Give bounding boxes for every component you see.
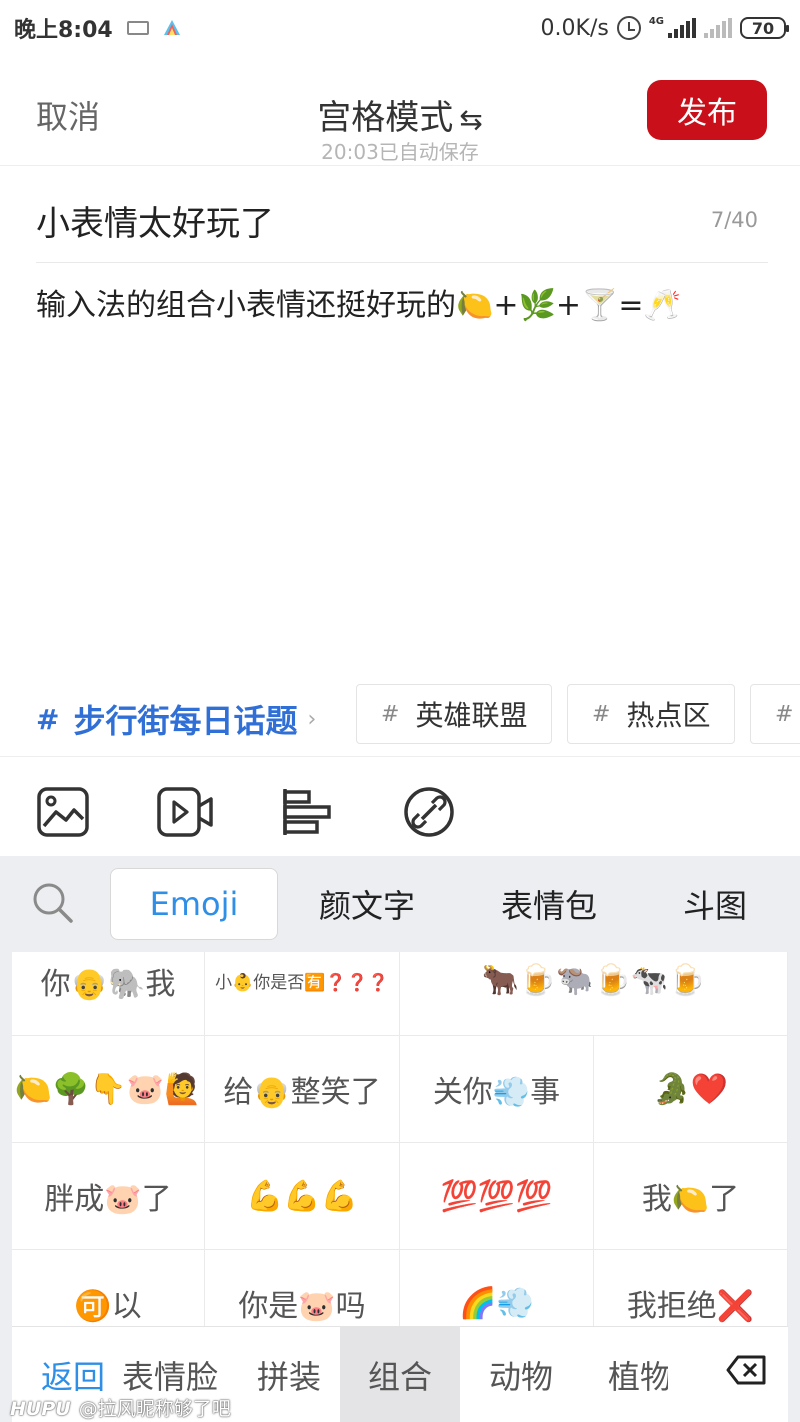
emoji-keyboard: Emoji 颜文字 表情包 斗图 你👴🐘我 小👶你是否🈶❓❓❓ 🐂🍺🐃🍺🐄🍺 🍋… (0, 856, 800, 1422)
topic-chip[interactable]: # (750, 684, 800, 744)
emoji-combo[interactable]: 我拒绝❌ (594, 1250, 788, 1326)
title-char-count: 7/40 (710, 208, 758, 232)
emoji-combo[interactable]: 🌈💨 (400, 1250, 594, 1326)
emoji-combo[interactable]: 🉑以 (12, 1250, 205, 1326)
backspace-icon[interactable] (726, 1355, 766, 1385)
emoji-combo[interactable]: 💪💪💪 (205, 1143, 400, 1250)
topic-chip-label: 热点区 (626, 699, 711, 732)
align-icon[interactable] (280, 786, 334, 838)
daily-topic-label: 步行街每日话题 (73, 702, 298, 740)
network-type: 4G (648, 15, 664, 27)
status-time: 晚上8:04 (14, 18, 113, 43)
watermark: HUPU @拉风昵称够了吧 (10, 1394, 231, 1421)
signal-icon (668, 18, 696, 38)
video-icon[interactable] (156, 786, 214, 838)
topic-bar: # 步行街每日话题 › # 英雄联盟 # 热点区 # (0, 684, 800, 744)
signal-icon (704, 18, 732, 38)
emoji-combo[interactable]: 你是🐷吗 (205, 1250, 400, 1326)
keyboard-tabs: Emoji 颜文字 表情包 斗图 (0, 856, 800, 952)
topic-chip[interactable]: # 英雄联盟 (356, 684, 552, 744)
tab-meme[interactable]: 斗图 (640, 868, 790, 940)
battery-icon: 70 (740, 17, 789, 39)
hashtag-icon: # (775, 701, 794, 727)
emoji-combo[interactable]: 给👴整笑了 (205, 1036, 400, 1143)
image-icon[interactable] (36, 786, 90, 838)
hashtag-icon: # (592, 701, 611, 727)
swap-icon: ⇆ (459, 103, 483, 136)
emoji-combo[interactable]: 🐂🍺🐃🍺🐄🍺 (400, 952, 788, 1036)
app-icon (163, 20, 180, 35)
category-plants[interactable]: 植物 (582, 1327, 668, 1422)
title-input[interactable]: 小表情太好玩了 (36, 196, 274, 245)
hashtag-icon: # (381, 701, 400, 727)
status-bar: 晚上8:04 0.0K/s 4G 70 (0, 0, 800, 56)
tab-emoji[interactable]: Emoji (110, 868, 278, 940)
emoji-combo[interactable]: 我🍋了 (594, 1143, 788, 1250)
net-speed: 0.0K/s (540, 15, 609, 41)
publish-button[interactable]: 发布 (647, 80, 767, 140)
emoji-grid: 你👴🐘我 小👶你是否🈶❓❓❓ 🐂🍺🐃🍺🐄🍺 🍋🌳👇🐷🙋 给👴整笑了 关你💨事 🐊… (12, 952, 788, 1326)
emoji-combo[interactable]: 小👶你是否🈶❓❓❓ (205, 952, 400, 1036)
category-combo[interactable]: 组合 (340, 1327, 460, 1422)
emoji-combo[interactable]: 🐊❤️ (594, 1036, 788, 1143)
chevron-right-icon: › (307, 706, 317, 732)
tab-kaomoji[interactable]: 颜文字 (292, 868, 442, 940)
daily-topic-link[interactable]: # 步行街每日话题 › (36, 696, 316, 742)
category-animals[interactable]: 动物 (460, 1327, 582, 1422)
watermark-user: @拉风昵称够了吧 (78, 1398, 231, 1420)
alarm-icon (616, 16, 641, 40)
autosave-status: 20:03已自动保存 (321, 140, 479, 164)
watermark-brand: HUPU (10, 1398, 71, 1420)
mode-label: 宫格模式 (317, 98, 454, 138)
emoji-combo[interactable]: 胖成🐷了 (12, 1143, 205, 1250)
topic-chip-label: 英雄联盟 (415, 699, 528, 732)
emoji-combo[interactable]: 关你💨事 (400, 1036, 594, 1143)
divider (36, 262, 768, 263)
keyboard-icon (126, 21, 149, 35)
topic-chip[interactable]: # 热点区 (567, 684, 735, 744)
body-input[interactable]: 输入法的组合小表情还挺好玩的🍋+🌿+🍸=🥂 (36, 280, 681, 324)
category-label: 表情脸 (121, 1358, 218, 1396)
category-assemble[interactable]: 拼装 (228, 1327, 350, 1422)
hashtag-icon: # (36, 702, 60, 736)
divider (0, 756, 800, 757)
battery-level: 70 (751, 18, 775, 38)
link-icon[interactable] (402, 786, 456, 838)
tab-stickers[interactable]: 表情包 (474, 868, 624, 940)
emoji-combo[interactable]: 💯💯💯 (400, 1143, 594, 1250)
emoji-combo[interactable]: 你👴🐘我 (12, 952, 205, 1036)
emoji-combo[interactable]: 🍋🌳👇🐷🙋 (12, 1036, 205, 1143)
search-icon[interactable] (32, 882, 74, 924)
top-nav: 取消 宫格模式 ⇆ 20:03已自动保存 发布 (0, 56, 800, 166)
